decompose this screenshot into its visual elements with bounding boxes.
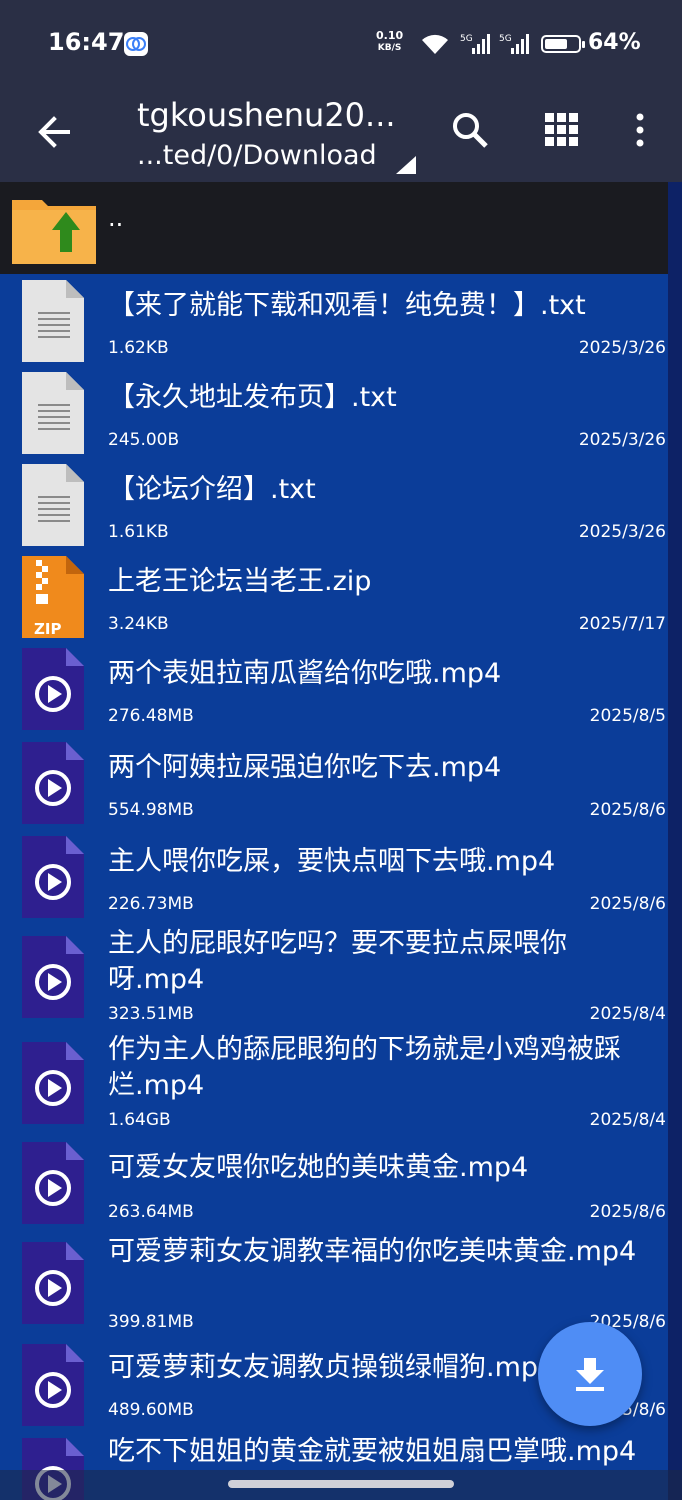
file-size: 323.51MB [108, 1004, 194, 1024]
folder-path[interactable]: ...ted/0/Download [137, 140, 377, 171]
list-item[interactable]: 主人喂你吃屎，要快点咽下去哦.mp4 226.73MB 2025/8/6 [0, 828, 668, 920]
text-file-icon [22, 280, 84, 362]
file-size: 276.48MB [108, 706, 194, 726]
status-time: 16:47 [48, 28, 125, 56]
file-date: 2025/8/6 [589, 894, 666, 914]
file-name: 主人的屁眼好吃吗？要不要拉点屎喂你呀.mp4 [108, 928, 567, 995]
video-file-icon [22, 648, 84, 730]
video-file-icon [22, 1042, 84, 1124]
search-icon[interactable] [450, 110, 490, 150]
more-options-icon[interactable] [624, 110, 656, 150]
file-size: 554.98MB [108, 800, 194, 820]
path-dropdown-icon[interactable] [396, 156, 416, 174]
gesture-nav-bar [0, 1470, 682, 1500]
network-speed-value: 0.10 [376, 29, 404, 42]
list-item[interactable]: 可爱萝莉女友调教幸福的你吃美味黄金.mp4 399.81MB 2025/8/6 [0, 1234, 668, 1338]
list-item[interactable]: 主人的屁眼好吃吗？要不要拉点屎喂你呀.mp4 323.51MB 2025/8/4 [0, 924, 668, 1030]
file-date: 2025/3/26 [578, 338, 666, 358]
file-size: 489.60MB [108, 1400, 194, 1420]
download-icon [576, 1358, 604, 1391]
network-speed: 0.10 KB/S [376, 30, 403, 54]
signal-5g-icon: 5G [460, 34, 490, 54]
file-size: 1.61KB [108, 522, 169, 542]
file-name: 吃不下姐姐的黄金就要被姐姐扇巴掌哦.mp4 [108, 1436, 637, 1467]
download-fab-button[interactable] [538, 1322, 642, 1426]
file-size: 245.00B [108, 430, 180, 450]
svg-text:5G: 5G [460, 34, 473, 44]
battery-percent: 64% [588, 30, 641, 55]
list-item[interactable]: 【来了就能下载和观看！纯免费！】.txt 1.62KB 2025/3/26 [0, 276, 668, 368]
battery-icon [541, 35, 585, 53]
status-bar: 16:47 0.10 KB/S 5G 5G 64% [0, 0, 682, 88]
list-item[interactable]: 【论坛介绍】.txt 1.61KB 2025/3/26 [0, 460, 668, 552]
file-name: 上老王论坛当老王.zip [108, 566, 372, 597]
folder-title: tgkoushenu20... [137, 96, 396, 134]
text-file-icon [22, 464, 84, 546]
video-file-icon [22, 1242, 84, 1324]
list-item[interactable]: 作为主人的舔屁眼狗的下场就是小鸡鸡被踩烂.mp4 1.64GB 2025/8/4 [0, 1032, 668, 1136]
file-name: 两个阿姨拉屎强迫你吃下去.mp4 [108, 752, 502, 783]
video-file-icon [22, 936, 84, 1018]
network-speed-unit: KB/S [377, 43, 402, 53]
video-file-icon [22, 836, 84, 918]
wifi-icon [422, 34, 448, 54]
svg-text:5G: 5G [499, 34, 512, 44]
text-file-icon [22, 372, 84, 454]
zip-file-icon: ZIP [22, 556, 84, 638]
list-item[interactable]: 两个表姐拉南瓜酱给你吃哦.mp4 276.48MB 2025/8/5 [0, 644, 668, 736]
file-name: 【来了就能下载和观看！纯免费！】.txt [108, 290, 586, 321]
file-size: 399.81MB [108, 1312, 194, 1332]
file-name: 可爱女友喂你吃她的美味黄金.mp4 [108, 1152, 529, 1183]
home-gesture-pill[interactable] [228, 1480, 454, 1488]
back-arrow-icon[interactable] [34, 112, 74, 152]
list-item[interactable]: 可爱女友喂你吃她的美味黄金.mp4 263.64MB 2025/8/6 [0, 1138, 668, 1234]
file-name: 两个表姐拉南瓜酱给你吃哦.mp4 [108, 658, 502, 689]
file-size: 3.24KB [108, 614, 169, 634]
folder-up-icon [12, 200, 96, 264]
file-date: 2025/7/17 [578, 614, 666, 634]
video-file-icon [22, 742, 84, 824]
file-date: 2025/8/4 [589, 1110, 666, 1130]
video-file-icon [22, 1142, 84, 1224]
notification-app-icon [124, 32, 148, 56]
svg-text:ZIP: ZIP [34, 620, 61, 638]
file-name: 主人喂你吃屎，要快点咽下去哦.mp4 [108, 846, 556, 877]
grid-view-icon[interactable] [542, 110, 582, 150]
list-item[interactable]: ZIP 上老王论坛当老王.zip 3.24KB 2025/7/17 [0, 552, 668, 644]
file-size: 1.62KB [108, 338, 169, 358]
file-size: 1.64GB [108, 1110, 171, 1130]
parent-folder-label: .. [108, 204, 124, 232]
list-item[interactable]: 两个阿姨拉屎强迫你吃下去.mp4 554.98MB 2025/8/6 [0, 736, 668, 828]
list-item[interactable]: 【永久地址发布页】.txt 245.00B 2025/3/26 [0, 368, 668, 460]
video-file-icon [22, 1344, 84, 1426]
parent-folder-row[interactable]: .. [0, 182, 668, 274]
file-date: 2025/8/4 [589, 1004, 666, 1024]
signal-5g-icon-2: 5G [499, 34, 529, 54]
file-name: 【永久地址发布页】.txt [108, 382, 397, 413]
file-date: 2025/8/5 [589, 706, 666, 726]
file-name: 【论坛介绍】.txt [108, 474, 316, 505]
file-date: 2025/8/6 [589, 800, 666, 820]
file-name: 作为主人的舔屁眼狗的下场就是小鸡鸡被踩烂.mp4 [108, 1034, 621, 1101]
file-date: 2025/8/6 [589, 1202, 666, 1222]
app-toolbar: tgkoushenu20... ...ted/0/Download [0, 88, 682, 182]
file-date: 2025/3/26 [578, 430, 666, 450]
file-size: 263.64MB [108, 1202, 194, 1222]
file-date: 2025/3/26 [578, 522, 666, 542]
file-size: 226.73MB [108, 894, 194, 914]
file-name: 可爱萝莉女友调教幸福的你吃美味黄金.mp4 [108, 1236, 637, 1267]
scrollbar[interactable] [668, 182, 682, 1500]
